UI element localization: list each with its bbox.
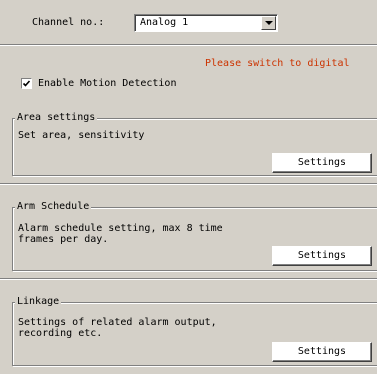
- linkage-title: Linkage: [15, 296, 62, 307]
- area-settings-button[interactable]: Settings: [272, 153, 372, 173]
- linkage-button[interactable]: Settings: [272, 342, 372, 362]
- arm-schedule-button[interactable]: Settings: [272, 246, 372, 266]
- channel-select[interactable]: Analog 1: [134, 14, 278, 32]
- motion-detection-checkbox[interactable]: [21, 78, 32, 89]
- channel-label: Channel no.:: [32, 17, 105, 28]
- checkmark-icon: [22, 80, 31, 87]
- area-settings-title: Area settings: [15, 112, 98, 123]
- area-bottom-divider: [0, 183, 377, 185]
- digital-warning-text: Please switch to digital: [205, 58, 350, 69]
- area-settings-description: Set area, sensitivity: [18, 130, 145, 141]
- arm-bottom-divider: [0, 278, 377, 280]
- motion-detection-label: Enable Motion Detection: [38, 78, 177, 89]
- top-divider: [0, 44, 377, 46]
- linkage-description: Settings of related alarm output, record…: [18, 317, 217, 339]
- channel-select-value: Analog 1: [140, 17, 189, 28]
- arm-schedule-title: Arm Schedule: [15, 201, 92, 212]
- arm-schedule-description: Alarm schedule setting, max 8 time frame…: [18, 223, 223, 245]
- chevron-down-icon[interactable]: [261, 16, 276, 30]
